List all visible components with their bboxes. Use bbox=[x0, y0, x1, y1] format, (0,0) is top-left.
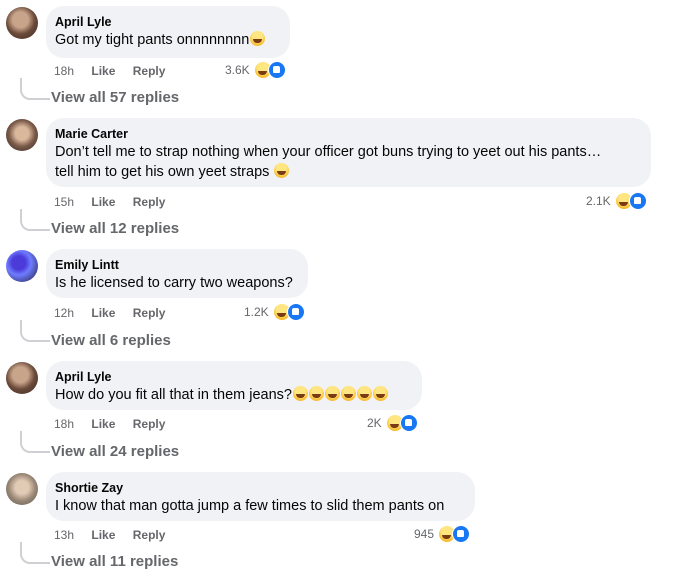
reply-button[interactable]: Reply bbox=[133, 528, 166, 542]
comment-author[interactable]: Shortie Zay bbox=[55, 480, 463, 496]
comment-bubble: April Lyle Got my tight pants onnnnnnnn bbox=[46, 6, 290, 58]
comment-author[interactable]: April Lyle bbox=[55, 369, 410, 385]
comment-actions: 12h Like Reply bbox=[54, 305, 179, 321]
like-reaction-icon bbox=[267, 61, 286, 79]
reaction-count: 945 bbox=[414, 527, 435, 541]
reaction-summary[interactable]: 945 bbox=[414, 525, 471, 543]
comment-text: Don’t tell me to strap nothing when your… bbox=[55, 144, 602, 160]
comment-bubble: Marie Carter Don’t tell me to strap noth… bbox=[46, 118, 651, 187]
comment-time[interactable]: 13h bbox=[54, 528, 74, 542]
reaction-summary[interactable]: 3.6K bbox=[225, 61, 286, 79]
avatar[interactable] bbox=[6, 362, 38, 394]
view-replies-link[interactable]: View all 11 replies bbox=[51, 553, 178, 571]
comment-time[interactable]: 18h bbox=[54, 417, 74, 431]
comment-author[interactable]: Marie Carter bbox=[55, 126, 639, 142]
reply-button[interactable]: Reply bbox=[133, 195, 166, 209]
reply-button[interactable]: Reply bbox=[133, 64, 166, 78]
avatar[interactable] bbox=[6, 119, 38, 151]
comment-time[interactable]: 15h bbox=[54, 195, 74, 209]
reply-button[interactable]: Reply bbox=[133, 417, 166, 431]
comment-author[interactable]: April Lyle bbox=[55, 14, 278, 30]
comment-text: I know that man gotta jump a few times t… bbox=[55, 498, 445, 514]
comment-time[interactable]: 18h bbox=[54, 64, 74, 78]
view-replies-link[interactable]: View all 57 replies bbox=[51, 89, 179, 107]
laughing-emoji-icon bbox=[340, 386, 356, 401]
comment-bubble: Emily Lintt Is he licensed to carry two … bbox=[46, 249, 308, 298]
like-button[interactable]: Like bbox=[91, 64, 115, 78]
rolling-eyes-emoji-icon bbox=[274, 163, 290, 178]
thread-line bbox=[20, 209, 50, 231]
reaction-count: 1.2K bbox=[244, 305, 269, 319]
laughing-emoji-icon bbox=[372, 386, 388, 401]
comment-time[interactable]: 12h bbox=[54, 306, 74, 320]
like-button[interactable]: Like bbox=[91, 417, 115, 431]
comment-bubble: Shortie Zay I know that man gotta jump a… bbox=[46, 472, 475, 521]
reaction-summary[interactable]: 1.2K bbox=[244, 303, 305, 321]
like-button[interactable]: Like bbox=[91, 528, 115, 542]
view-replies-link[interactable]: View all 6 replies bbox=[51, 332, 171, 350]
comment-text-continued: tell him to get his own yeet straps bbox=[55, 162, 639, 182]
thread-line bbox=[20, 78, 50, 100]
view-replies-link[interactable]: View all 24 replies bbox=[51, 443, 179, 461]
reaction-count: 2.1K bbox=[586, 194, 611, 208]
laughing-emoji-icon bbox=[324, 386, 340, 401]
comment-actions: 18h Like Reply bbox=[54, 63, 179, 79]
comment-author[interactable]: Emily Lintt bbox=[55, 257, 296, 273]
reaction-count: 3.6K bbox=[225, 63, 250, 77]
thread-line bbox=[20, 431, 50, 453]
view-replies-link[interactable]: View all 12 replies bbox=[51, 220, 179, 238]
comment-actions: 18h Like Reply bbox=[54, 416, 179, 432]
avatar[interactable] bbox=[6, 473, 38, 505]
reaction-count: 2K bbox=[367, 416, 382, 430]
comment-actions: 15h Like Reply bbox=[54, 194, 179, 210]
like-reaction-icon bbox=[286, 303, 305, 321]
laughing-emoji-icon bbox=[250, 31, 266, 46]
reaction-summary[interactable]: 2K bbox=[367, 414, 418, 432]
laughing-emoji-icon bbox=[308, 386, 324, 401]
like-reaction-icon bbox=[399, 414, 418, 432]
like-reaction-icon bbox=[452, 525, 471, 543]
comment-actions: 13h Like Reply bbox=[54, 527, 179, 543]
like-button[interactable]: Like bbox=[91, 195, 115, 209]
thread-line bbox=[20, 320, 50, 342]
comment-text: How do you fit all that in them jeans? bbox=[55, 385, 410, 405]
reaction-summary[interactable]: 2.1K bbox=[586, 192, 647, 210]
comment-text: Is he licensed to carry two weapons? bbox=[55, 275, 293, 291]
laughing-emoji-icon bbox=[292, 386, 308, 401]
avatar[interactable] bbox=[6, 250, 38, 282]
avatar[interactable] bbox=[6, 7, 38, 39]
reply-button[interactable]: Reply bbox=[133, 306, 166, 320]
comment-text: Got my tight pants onnnnnnnn bbox=[55, 30, 278, 50]
laughing-emoji-icon bbox=[356, 386, 372, 401]
like-reaction-icon bbox=[628, 192, 647, 210]
thread-line bbox=[20, 542, 50, 564]
comment-bubble: April Lyle How do you fit all that in th… bbox=[46, 361, 422, 410]
like-button[interactable]: Like bbox=[91, 306, 115, 320]
